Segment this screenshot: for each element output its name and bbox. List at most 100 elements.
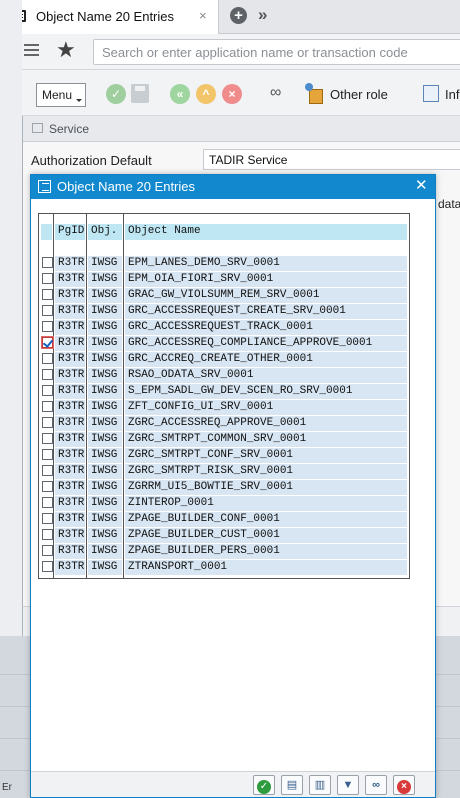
table-row[interactable]: R3TR IWSG EPM_LANES_DEMO_SRV_0001 <box>39 256 409 272</box>
row-checkbox[interactable] <box>42 273 53 284</box>
cell-pgid: R3TR <box>55 384 85 399</box>
filter-icon[interactable]: ▼ <box>337 775 359 795</box>
cell-pgid: R3TR <box>55 272 85 287</box>
header-pgid[interactable]: PgID <box>55 224 85 240</box>
table-row[interactable]: R3TR IWSG ZPAGE_BUILDER_CONF_0001 <box>39 512 409 528</box>
tab-bar: Object Name 20 Entries × + » <box>0 0 460 34</box>
dialog-icon <box>32 123 43 133</box>
row-checkbox[interactable] <box>42 433 53 444</box>
more-tabs-icon[interactable]: » <box>258 5 268 25</box>
info-icon[interactable] <box>423 85 439 102</box>
cell-pgid: R3TR <box>55 336 85 351</box>
table-row[interactable]: R3TR IWSG GRC_ACCREQ_CREATE_OTHER_0001 <box>39 352 409 368</box>
cell-pgid: R3TR <box>55 256 85 271</box>
odata-label-fragment: data <box>438 197 460 211</box>
row-checkbox[interactable] <box>42 545 53 556</box>
left-gutter <box>0 0 22 636</box>
tab-object-name[interactable]: Object Name 20 Entries × <box>0 0 219 34</box>
cell-pgid: R3TR <box>55 496 85 511</box>
select-all-icon[interactable]: ▤ <box>281 775 303 795</box>
table-row[interactable]: R3TR IWSG GRAC_GW_VIOLSUMM_REM_SRV_0001 <box>39 288 409 304</box>
cell-obj: IWSG <box>88 384 122 399</box>
cell-pgid: R3TR <box>55 416 85 431</box>
display-glasses-icon[interactable]: ∞ <box>270 84 281 102</box>
table-row[interactable]: R3TR IWSG S_EPM_SADL_GW_DEV_SCEN_RO_SRV_00… <box>39 384 409 400</box>
tab-close-icon[interactable]: × <box>199 8 207 23</box>
cell-obj: IWSG <box>88 272 122 287</box>
row-checkbox[interactable] <box>42 561 53 572</box>
cancel-icon[interactable]: × <box>222 84 242 104</box>
row-checkbox[interactable] <box>42 401 53 412</box>
header-object-name[interactable]: Object Name <box>125 224 407 240</box>
back-icon[interactable]: « <box>170 84 190 104</box>
add-tab-icon[interactable]: + <box>230 7 247 24</box>
cell-object-name: GRC_ACCESSREQ_COMPLIANCE_APPROVE_0001 <box>125 336 407 351</box>
other-role-button[interactable]: Other role <box>330 87 388 102</box>
find-binoculars-icon[interactable]: ∞ <box>365 775 387 795</box>
cell-obj: IWSG <box>88 256 122 271</box>
cell-pgid: R3TR <box>55 432 85 447</box>
cell-obj: IWSG <box>88 352 122 367</box>
cell-object-name: ZGRC_SMTRPT_CONF_SRV_0001 <box>125 448 407 463</box>
cell-object-name: RSAO_ODATA_SRV_0001 <box>125 368 407 383</box>
table-row[interactable]: R3TR IWSG ZGRRM_UI5_BOWTIE_SRV_0001 <box>39 480 409 496</box>
row-checkbox[interactable] <box>42 353 53 364</box>
table-row[interactable]: R3TR IWSG ZGRC_SMTRPT_CONF_SRV_0001 <box>39 448 409 464</box>
list-icon[interactable] <box>19 44 39 58</box>
cell-obj: IWSG <box>88 448 122 463</box>
cell-pgid: R3TR <box>55 288 85 303</box>
cell-pgid: R3TR <box>55 560 85 575</box>
cell-pgid: R3TR <box>55 304 85 319</box>
row-checkbox[interactable] <box>42 513 53 524</box>
table-row[interactable]: R3TR IWSG RSAO_ODATA_SRV_0001 <box>39 368 409 384</box>
tab-title: Object Name 20 Entries <box>36 9 175 24</box>
cell-obj: IWSG <box>88 464 122 479</box>
row-checkbox[interactable] <box>42 465 53 476</box>
table-row[interactable]: R3TR IWSG GRC_ACCESSREQ_COMPLIANCE_APPROVE… <box>39 336 409 352</box>
row-checkbox[interactable] <box>42 497 53 508</box>
deselect-all-icon[interactable]: ▥ <box>309 775 331 795</box>
enter-check-icon[interactable]: ✓ <box>106 84 126 104</box>
authorization-default-label: Authorization Default <box>31 153 152 168</box>
table-row[interactable]: R3TR IWSG ZPAGE_BUILDER_PERS_0001 <box>39 544 409 560</box>
cell-pgid: R3TR <box>55 320 85 335</box>
table-row[interactable]: R3TR IWSG EPM_OIA_FIORI_SRV_0001 <box>39 272 409 288</box>
row-checkbox[interactable] <box>42 481 53 492</box>
menu-button[interactable]: Menu <box>36 83 86 107</box>
cell-pgid: R3TR <box>55 448 85 463</box>
table-row[interactable]: R3TR IWSG GRC_ACCESSREQUEST_TRACK_0001 <box>39 320 409 336</box>
table-row[interactable]: R3TR IWSG ZGRC_SMTRPT_RISK_SRV_0001 <box>39 464 409 480</box>
favorites-star-icon[interactable]: ★ <box>56 39 76 61</box>
table-row[interactable]: R3TR IWSG ZTRANSPORT_0001 <box>39 560 409 576</box>
continue-checkmark-icon[interactable]: ✓ <box>253 775 275 795</box>
row-checkbox[interactable] <box>42 529 53 540</box>
info-button[interactable]: Inf <box>445 87 459 102</box>
cell-obj: IWSG <box>88 288 122 303</box>
row-checkbox[interactable] <box>42 369 53 380</box>
table-row[interactable]: R3TR IWSG ZPAGE_BUILDER_CUST_0001 <box>39 528 409 544</box>
save-icon[interactable] <box>131 84 149 103</box>
row-checkbox[interactable] <box>42 257 53 268</box>
search-input[interactable] <box>93 39 460 65</box>
popup-close-icon[interactable]: ✕ <box>415 176 428 194</box>
table-row[interactable]: R3TR IWSG ZGRC_ACCESSREQ_APPROVE_0001 <box>39 416 409 432</box>
cell-obj: IWSG <box>88 336 122 351</box>
other-role-icon[interactable] <box>305 83 323 104</box>
table-row[interactable]: R3TR IWSG ZFT_CONFIG_UI_SRV_0001 <box>39 400 409 416</box>
cell-pgid: R3TR <box>55 464 85 479</box>
cancel-icon[interactable]: × <box>393 775 415 795</box>
cell-pgid: R3TR <box>55 528 85 543</box>
row-checkbox[interactable] <box>42 321 53 332</box>
row-checkbox[interactable] <box>42 385 53 396</box>
table-row[interactable]: R3TR IWSG ZGRC_SMTRPT_COMMON_SRV_0001 <box>39 432 409 448</box>
row-checkbox[interactable] <box>42 289 53 300</box>
row-checkbox[interactable] <box>42 417 53 428</box>
row-checkbox[interactable] <box>42 449 53 460</box>
exit-up-icon[interactable]: ^ <box>196 84 216 104</box>
row-checkbox[interactable] <box>42 337 53 348</box>
row-checkbox[interactable] <box>42 305 53 316</box>
table-row[interactable]: R3TR IWSG GRC_ACCESSREQUEST_CREATE_SRV_000… <box>39 304 409 320</box>
header-obj[interactable]: Obj. <box>88 224 122 240</box>
table-row[interactable]: R3TR IWSG ZINTEROP_0001 <box>39 496 409 512</box>
authorization-default-field[interactable]: TADIR Service <box>203 149 460 170</box>
